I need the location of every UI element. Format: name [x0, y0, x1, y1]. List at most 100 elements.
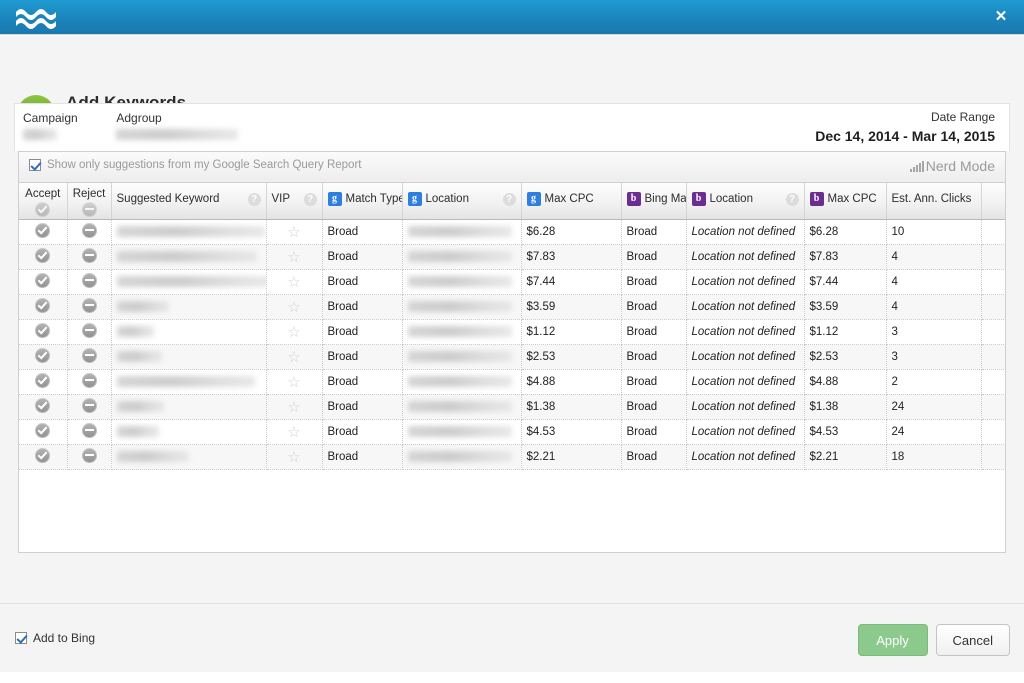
cell-bing-match[interactable]: Broad	[621, 419, 687, 445]
vip-star-icon[interactable]: ☆	[287, 399, 300, 416]
cell-accept[interactable]	[19, 419, 68, 445]
cell-google-location[interactable]	[402, 244, 522, 270]
cell-bing-location[interactable]: Location not defined	[686, 369, 805, 395]
cell-vip[interactable]: ☆	[266, 269, 323, 295]
cell-bing-match[interactable]: Broad	[621, 444, 687, 470]
nerd-mode-toggle[interactable]: Nerd Mode	[909, 157, 995, 175]
cell-google-match-type[interactable]: Broad	[322, 444, 403, 470]
cell-google-match-type[interactable]: Broad	[322, 244, 403, 270]
table-row[interactable]: ☆ Broad $6.28 Broad Location not defined $6.2…	[19, 219, 1005, 245]
cell-bing-location[interactable]: Location not defined	[686, 344, 805, 370]
cell-suggested-keyword[interactable]	[111, 294, 267, 320]
google-sqr-filter-checkbox[interactable]	[29, 159, 41, 171]
table-row[interactable]: ☆ Broad $7.83 Broad Location not defined $7.8…	[19, 244, 1005, 270]
cell-bing-location[interactable]: Location not defined	[686, 294, 805, 320]
cell-suggested-keyword[interactable]	[111, 244, 267, 270]
cell-google-location[interactable]	[402, 419, 522, 445]
table-row[interactable]: ☆ Broad $1.12 Broad Location not defined $1.1…	[19, 319, 1005, 345]
col-google-match-type[interactable]: g Match Type	[322, 183, 403, 220]
col-vip[interactable]: VIP ?	[266, 183, 323, 220]
cell-google-location[interactable]	[402, 344, 522, 370]
cell-vip[interactable]: ☆	[266, 444, 323, 470]
reject-minus-icon[interactable]	[81, 398, 97, 413]
col-google-max-cpc[interactable]: g Max CPC	[521, 183, 622, 220]
vip-star-icon[interactable]: ☆	[287, 224, 300, 241]
cell-suggested-keyword[interactable]	[111, 444, 267, 470]
cell-google-max-cpc[interactable]: $3.59	[521, 294, 622, 320]
cell-bing-max-cpc[interactable]: $1.38	[804, 394, 887, 420]
accept-check-icon[interactable]	[35, 223, 51, 238]
accept-check-icon[interactable]	[35, 398, 51, 413]
add-to-bing-checkbox[interactable]	[15, 632, 27, 644]
accept-check-icon[interactable]	[35, 273, 51, 288]
cell-google-match-type[interactable]: Broad	[322, 269, 403, 295]
reject-minus-icon[interactable]	[81, 273, 97, 288]
cell-suggested-keyword[interactable]	[111, 319, 267, 345]
reject-minus-icon[interactable]	[81, 348, 97, 363]
cell-google-match-type[interactable]: Broad	[322, 294, 403, 320]
cell-google-location[interactable]	[402, 219, 522, 245]
cell-suggested-keyword[interactable]	[111, 219, 267, 245]
cell-bing-max-cpc[interactable]: $4.88	[804, 369, 887, 395]
cell-google-max-cpc[interactable]: $2.53	[521, 344, 622, 370]
cell-reject[interactable]	[67, 344, 112, 370]
vip-star-icon[interactable]: ☆	[287, 449, 300, 466]
accept-check-icon[interactable]	[35, 202, 51, 217]
table-row[interactable]: ☆ Broad $2.53 Broad Location not defined $2.5…	[19, 344, 1005, 370]
cell-reject[interactable]	[67, 269, 112, 295]
cell-google-location[interactable]	[402, 294, 522, 320]
vip-star-icon[interactable]: ☆	[287, 249, 300, 266]
cell-bing-location[interactable]: Location not defined	[686, 319, 805, 345]
cell-google-max-cpc[interactable]: $7.83	[521, 244, 622, 270]
reject-minus-icon[interactable]	[81, 373, 97, 388]
accept-check-icon[interactable]	[35, 448, 51, 463]
apply-button[interactable]: Apply	[857, 624, 928, 656]
cell-google-max-cpc[interactable]: $7.44	[521, 269, 622, 295]
cell-bing-match[interactable]: Broad	[621, 269, 687, 295]
cell-google-location[interactable]	[402, 269, 522, 295]
cell-vip[interactable]: ☆	[266, 294, 323, 320]
cell-reject[interactable]	[67, 219, 112, 245]
reject-minus-icon[interactable]	[81, 298, 97, 313]
cell-google-max-cpc[interactable]: $2.21	[521, 444, 622, 470]
cell-reject[interactable]	[67, 444, 112, 470]
close-icon[interactable]: ✕	[992, 8, 1010, 26]
cell-suggested-keyword[interactable]	[111, 419, 267, 445]
cell-google-match-type[interactable]: Broad	[322, 369, 403, 395]
help-icon[interactable]: ?	[502, 192, 516, 206]
cell-reject[interactable]	[67, 319, 112, 345]
cell-reject[interactable]	[67, 394, 112, 420]
cell-bing-match[interactable]: Broad	[621, 219, 687, 245]
cell-google-max-cpc[interactable]: $1.12	[521, 319, 622, 345]
cell-reject[interactable]	[67, 419, 112, 445]
accept-check-icon[interactable]	[35, 348, 51, 363]
cell-vip[interactable]: ☆	[266, 344, 323, 370]
col-bing-match[interactable]: b Bing Match	[621, 183, 687, 220]
cell-bing-location[interactable]: Location not defined	[686, 219, 805, 245]
col-google-location[interactable]: g Location ?	[402, 183, 522, 220]
cell-vip[interactable]: ☆	[266, 419, 323, 445]
cell-bing-max-cpc[interactable]: $3.59	[804, 294, 887, 320]
cell-suggested-keyword[interactable]	[111, 394, 267, 420]
col-bing-max-cpc[interactable]: b Max CPC	[804, 183, 887, 220]
cell-bing-match[interactable]: Broad	[621, 344, 687, 370]
cell-bing-location[interactable]: Location not defined	[686, 444, 805, 470]
cell-bing-max-cpc[interactable]: $6.28	[804, 219, 887, 245]
cell-bing-max-cpc[interactable]: $4.53	[804, 419, 887, 445]
help-icon[interactable]: ?	[785, 192, 799, 206]
cell-bing-location[interactable]: Location not defined	[686, 244, 805, 270]
cell-google-match-type[interactable]: Broad	[322, 219, 403, 245]
cell-bing-location[interactable]: Location not defined	[686, 269, 805, 295]
cell-bing-match[interactable]: Broad	[621, 244, 687, 270]
cell-bing-max-cpc[interactable]: $2.21	[804, 444, 887, 470]
accept-check-icon[interactable]	[35, 298, 51, 313]
cell-bing-match[interactable]: Broad	[621, 319, 687, 345]
cell-reject[interactable]	[67, 369, 112, 395]
cell-vip[interactable]: ☆	[266, 319, 323, 345]
table-row[interactable]: ☆ Broad $7.44 Broad Location not defined $7.4…	[19, 269, 1005, 295]
help-icon[interactable]: ?	[247, 192, 261, 206]
cell-accept[interactable]	[19, 394, 68, 420]
cell-google-match-type[interactable]: Broad	[322, 319, 403, 345]
cell-google-max-cpc[interactable]: $4.88	[521, 369, 622, 395]
cell-bing-max-cpc[interactable]: $1.12	[804, 319, 887, 345]
